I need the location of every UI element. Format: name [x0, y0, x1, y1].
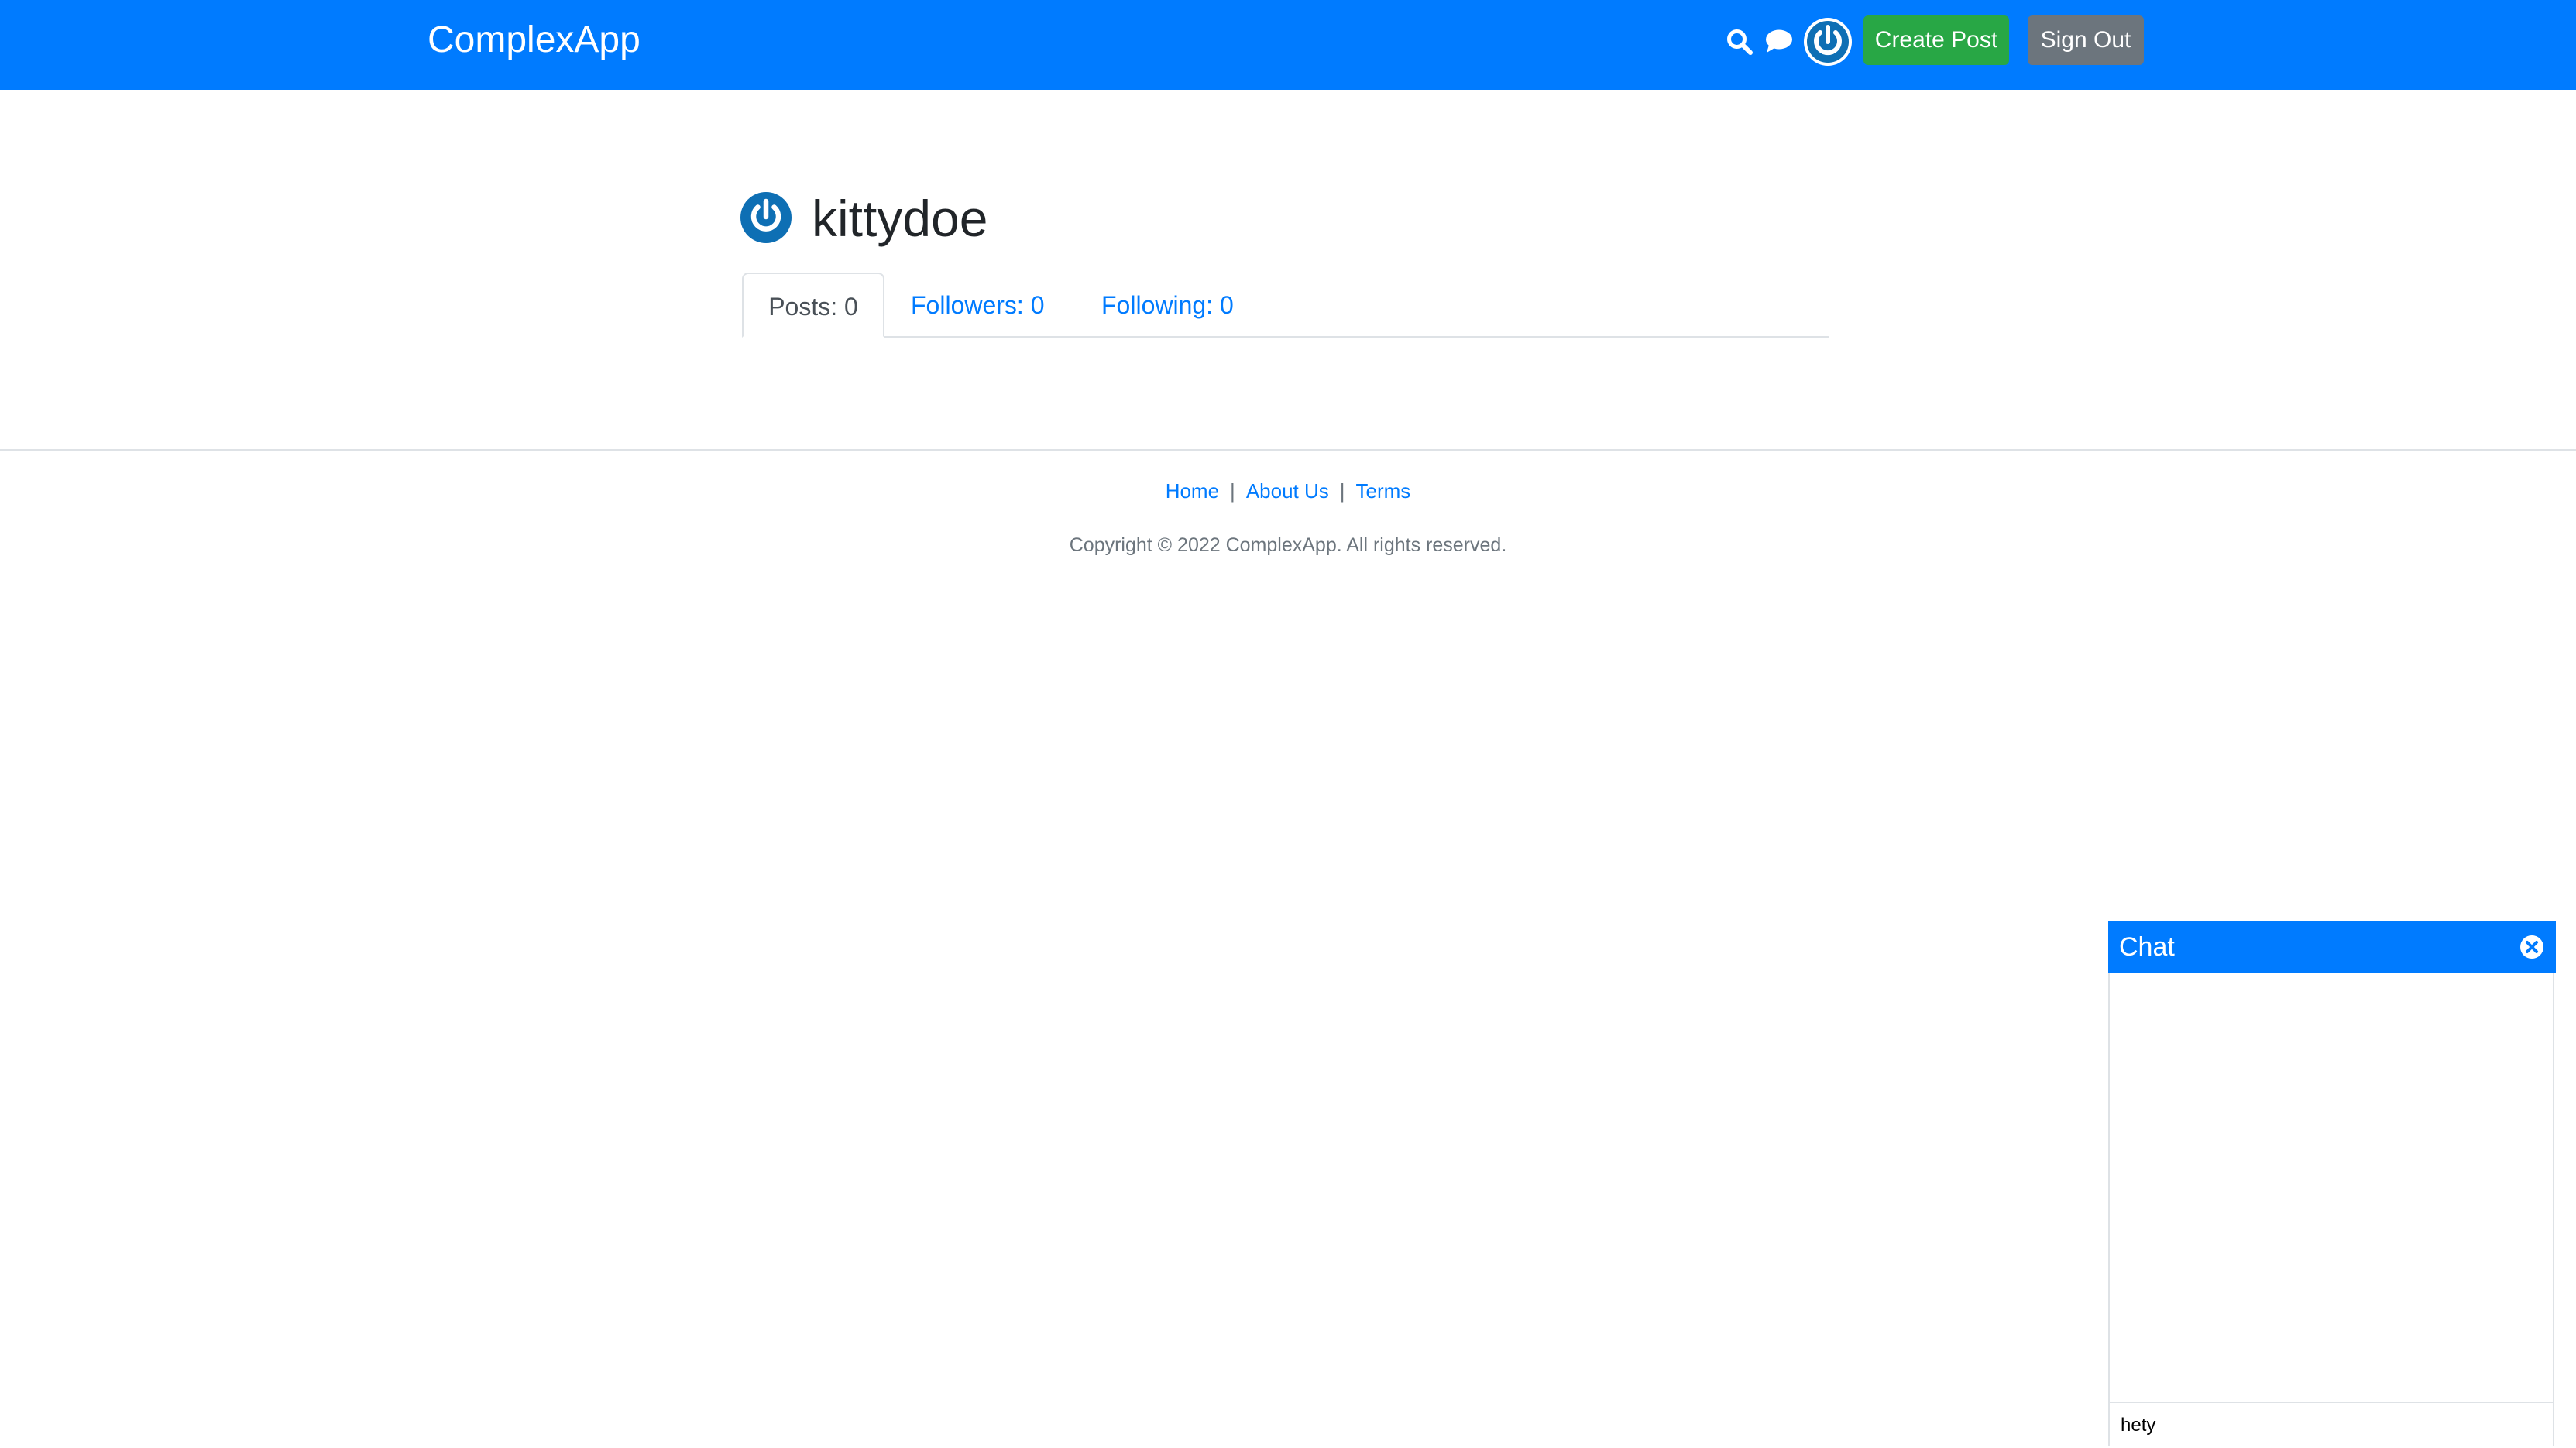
- tab-posts[interactable]: Posts: 0: [742, 273, 884, 338]
- chat-log: [2110, 973, 2553, 1402]
- footer-link-terms[interactable]: Terms: [1356, 479, 1411, 503]
- profile-username: kittydoe: [812, 190, 988, 247]
- footer-separator: |: [1230, 479, 1235, 503]
- profile-avatar: [740, 192, 792, 243]
- profile-tabs-divider: [742, 336, 1829, 338]
- footer-link-home[interactable]: Home: [1166, 479, 1219, 503]
- top-navbar: ComplexApp Create Post Sign Out: [0, 0, 2576, 90]
- tab-followers[interactable]: Followers: 0: [911, 273, 1045, 338]
- create-post-button[interactable]: Create Post: [1863, 15, 2009, 65]
- footer-links: Home | About Us | Terms: [0, 475, 2576, 506]
- tab-following[interactable]: Following: 0: [1101, 273, 1234, 338]
- avatar[interactable]: [1803, 17, 1853, 67]
- brand-logo-link[interactable]: ComplexApp: [428, 17, 641, 63]
- close-icon[interactable]: [2519, 934, 2545, 960]
- footer-divider: [0, 449, 2576, 451]
- chat-message-input[interactable]: [2110, 1403, 2553, 1448]
- chat-window: Chat: [2108, 921, 2556, 1448]
- sign-out-button[interactable]: Sign Out: [2028, 15, 2144, 65]
- search-icon[interactable]: [1726, 28, 1753, 56]
- copyright-text: Copyright © 2022 ComplexApp. All rights …: [1069, 534, 1507, 556]
- footer-separator: |: [1339, 479, 1345, 503]
- chat-title-bar: Chat: [2108, 921, 2556, 973]
- footer-link-about-us[interactable]: About Us: [1246, 479, 1329, 503]
- chat-title: Chat: [2119, 932, 2175, 962]
- chat-icon[interactable]: [1764, 28, 1794, 54]
